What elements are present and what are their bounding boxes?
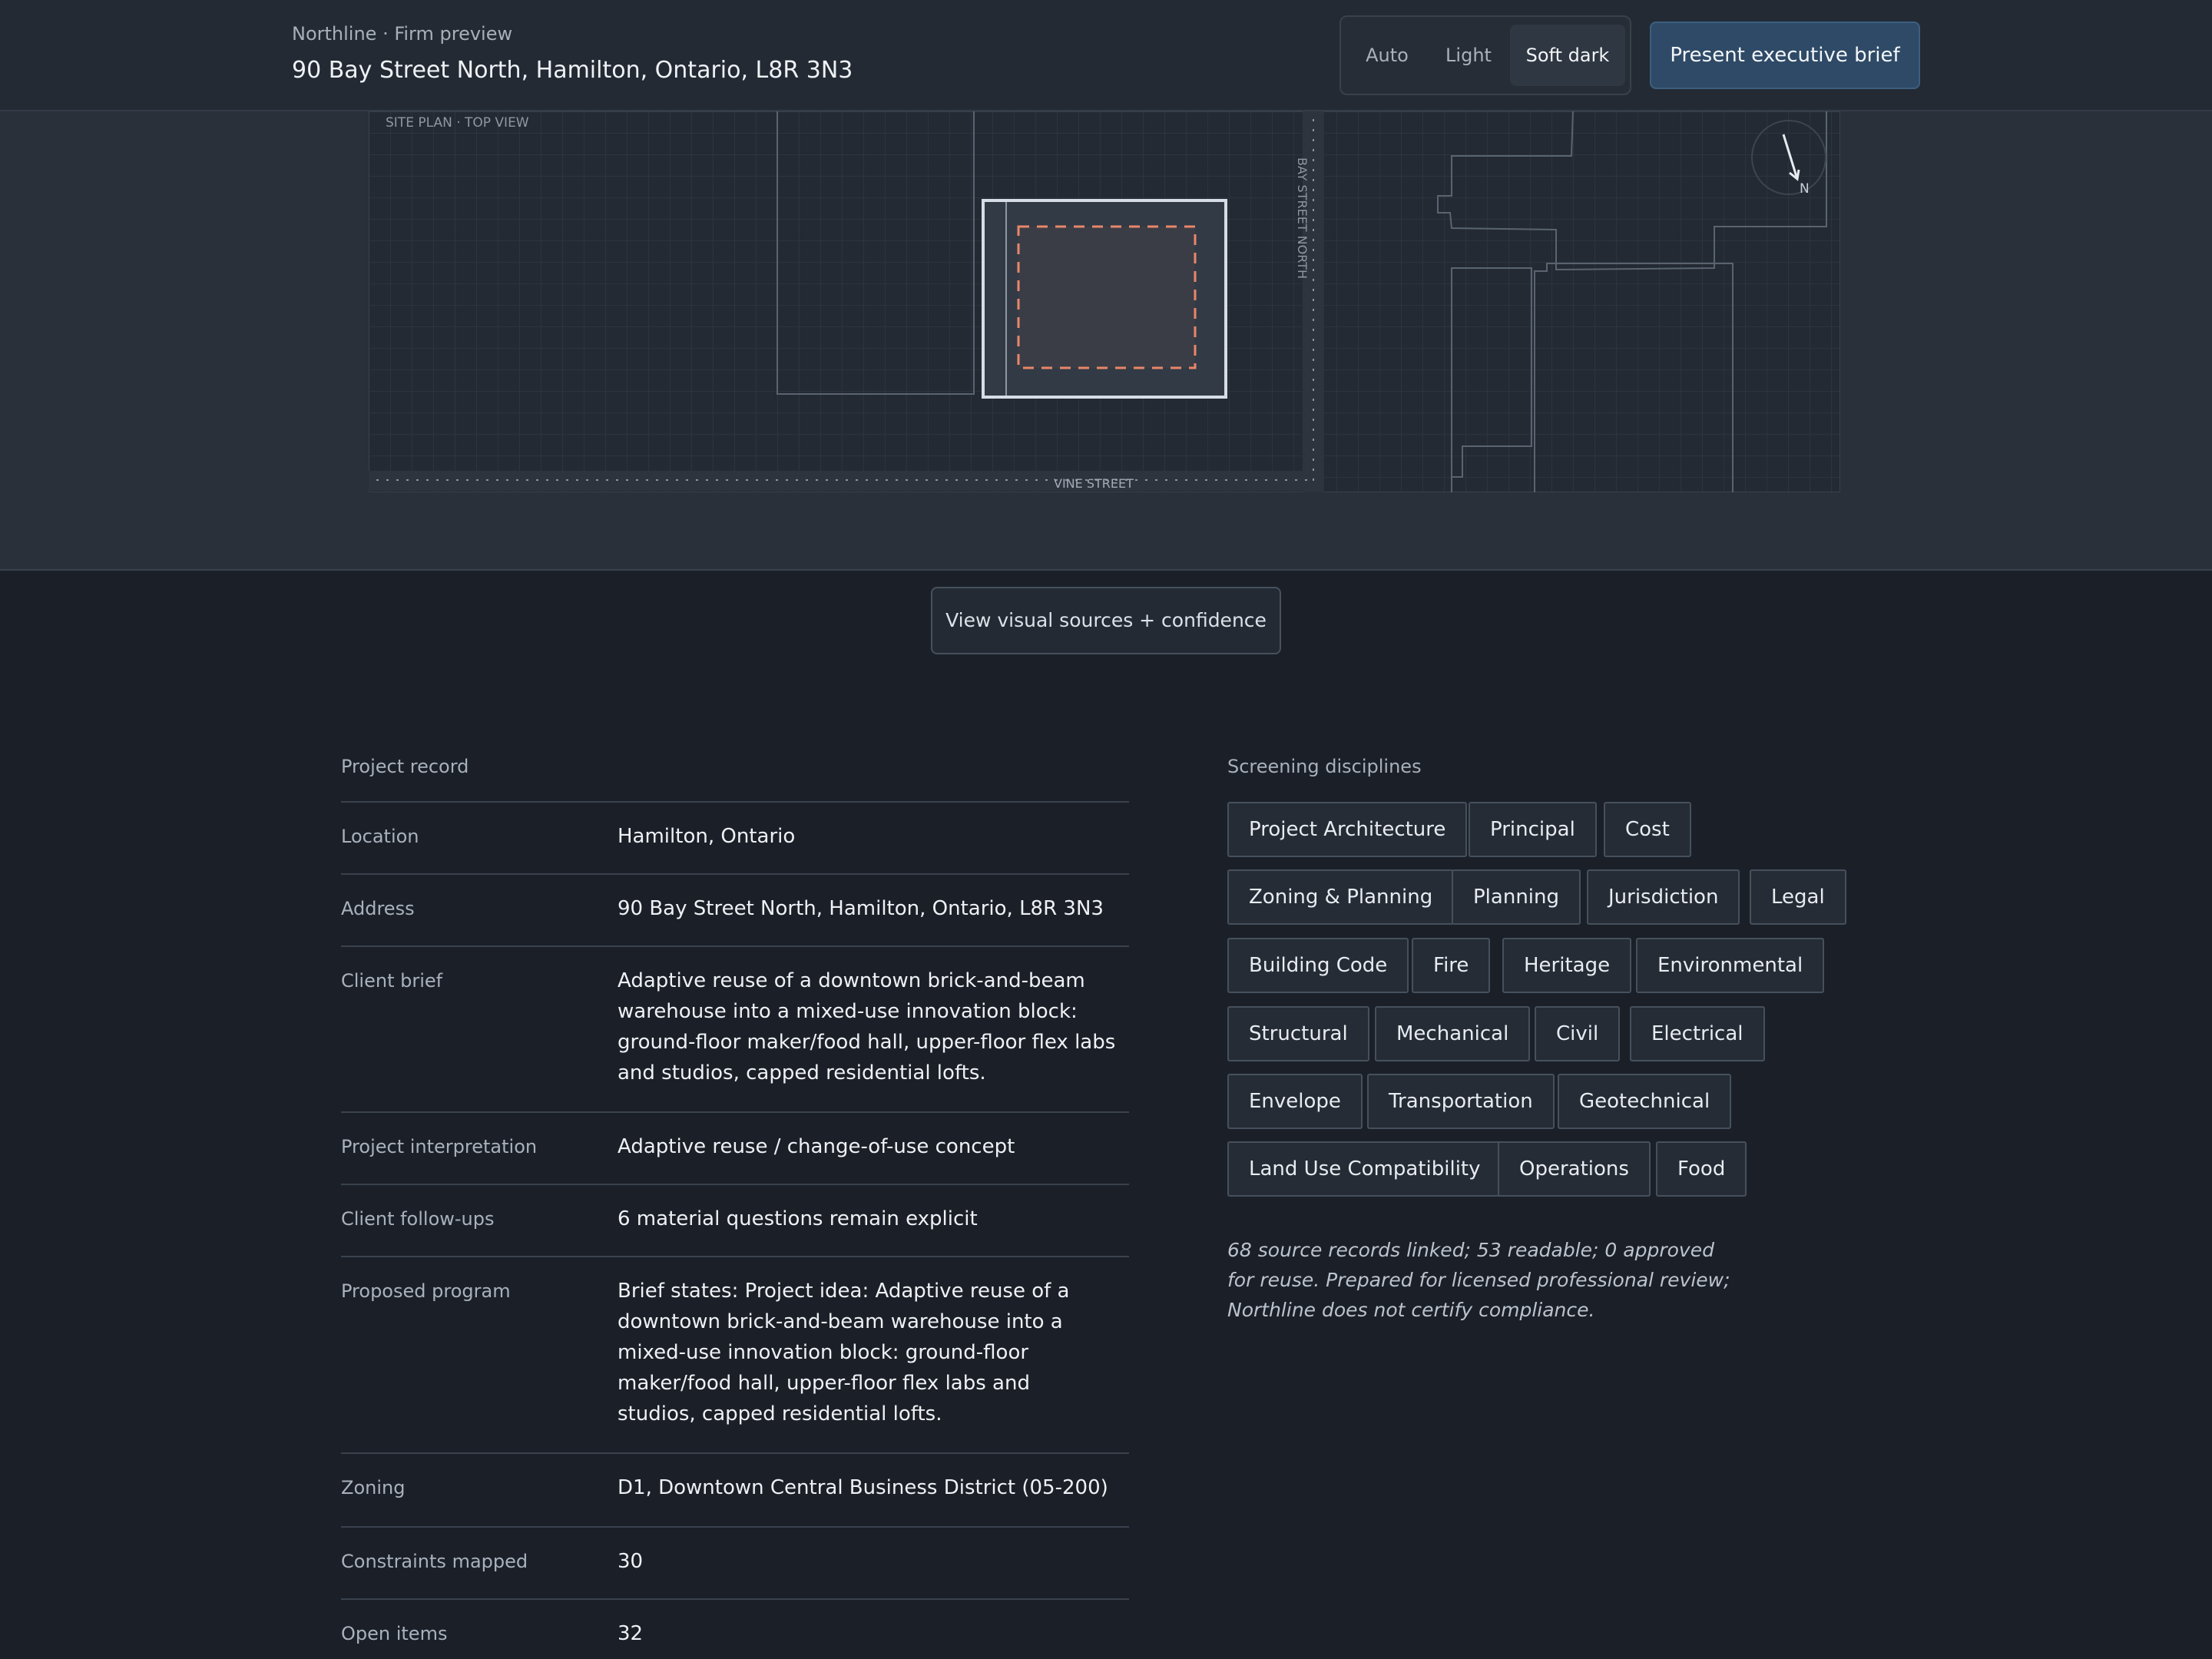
north-label: N <box>1800 181 1810 197</box>
record-key: Location <box>341 826 419 847</box>
discipline-chip-cost[interactable]: Cost <box>1604 802 1691 857</box>
brand-line: Northline · Firm preview <box>292 23 513 45</box>
discipline-chip-electrical[interactable]: Electrical <box>1630 1006 1765 1061</box>
discipline-chip-planning[interactable]: Planning <box>1452 869 1581 925</box>
discipline-chip-geotechnical[interactable]: Geotechnical <box>1558 1074 1732 1129</box>
record-key: Open items <box>341 1623 448 1644</box>
discipline-chip-heritage[interactable]: Heritage <box>1502 938 1632 993</box>
discipline-chip-project-architecture[interactable]: Project Architecture <box>1227 802 1468 857</box>
record-row-client-brief: Client brief Adaptive reuse of a downtow… <box>341 945 1129 1111</box>
discipline-chip-building-code[interactable]: Building Code <box>1227 938 1409 993</box>
page-title: 90 Bay Street North, Hamilton, Ontario, … <box>292 57 853 84</box>
record-value: Adaptive reuse / change-of-use concept <box>618 1135 1015 1158</box>
present-executive-brief-button[interactable]: Present executive brief <box>1650 22 1920 89</box>
discipline-chip-legal[interactable]: Legal <box>1750 869 1846 925</box>
record-value: Brief states: Project idea: Adaptive reu… <box>618 1280 1070 1426</box>
discipline-chip-land-use-compatibility[interactable]: Land Use Compatibility <box>1227 1141 1502 1197</box>
record-value: 90 Bay Street North, Hamilton, Ontario, … <box>618 897 1104 920</box>
discipline-chip-operations[interactable]: Operations <box>1498 1141 1651 1197</box>
discipline-chip-environmental[interactable]: Environmental <box>1636 938 1825 993</box>
screening-disciplines-heading: Screening disciplines <box>1227 756 1422 777</box>
discipline-chip-envelope[interactable]: Envelope <box>1227 1074 1363 1129</box>
record-value: Hamilton, Ontario <box>618 825 796 848</box>
record-key: Address <box>341 898 415 919</box>
discipline-chip-principal[interactable]: Principal <box>1469 802 1597 857</box>
discipline-chip-civil[interactable]: Civil <box>1535 1006 1621 1061</box>
site-plan-map[interactable]: N SITE PLAN · TOP VIEW BAY STREET NORTH … <box>369 111 1840 492</box>
discipline-chip-zoning-planning[interactable]: Zoning & Planning <box>1227 869 1455 925</box>
record-value: 30 <box>618 1550 644 1573</box>
discipline-chip-fire[interactable]: Fire <box>1412 938 1491 993</box>
site-plan-panel: N SITE PLAN · TOP VIEW BAY STREET NORTH … <box>0 111 2212 571</box>
discipline-chip-mechanical[interactable]: Mechanical <box>1375 1006 1531 1061</box>
record-key: Zoning <box>341 1477 406 1498</box>
top-bar: Northline · Firm preview 90 Bay Street N… <box>0 0 2212 111</box>
record-row-project-interpretation: Project interpretation Adaptive reuse / … <box>341 1111 1129 1184</box>
record-row-open-items: Open items 32 <box>341 1598 1129 1659</box>
record-row-constraints-mapped: Constraints mapped 30 <box>341 1526 1129 1598</box>
discipline-chip-structural[interactable]: Structural <box>1227 1006 1369 1061</box>
theme-option-auto[interactable]: Auto <box>1350 25 1424 86</box>
theme-option-light[interactable]: Light <box>1432 25 1505 86</box>
record-key: Client brief <box>341 970 443 992</box>
theme-option-soft-dark[interactable]: Soft dark <box>1510 25 1625 86</box>
record-row-zoning: Zoning D1, Downtown Central Business Dis… <box>341 1452 1129 1526</box>
discipline-chip-transportation[interactable]: Transportation <box>1367 1074 1555 1129</box>
record-row-client-follow-ups: Client follow-ups 6 material questions r… <box>341 1184 1129 1256</box>
record-row-address: Address 90 Bay Street North, Hamilton, O… <box>341 873 1129 945</box>
record-value: Adaptive reuse of a downtown brick-and-b… <box>618 969 1116 1084</box>
record-row-location: Location Hamilton, Ontario <box>341 801 1129 873</box>
record-row-proposed-program: Proposed program Brief states: Project i… <box>341 1256 1129 1452</box>
record-value: 6 material questions remain explicit <box>618 1207 978 1230</box>
record-key: Proposed program <box>341 1280 511 1302</box>
street-label-bay-street-north: BAY STREET NORTH <box>1295 157 1310 279</box>
source-records-note: 68 source records linked; 53 readable; 0… <box>1227 1239 1730 1321</box>
record-key: Client follow-ups <box>341 1208 495 1230</box>
project-record-heading: Project record <box>341 756 469 777</box>
record-key: Constraints mapped <box>341 1551 528 1572</box>
record-value: 32 <box>618 1622 644 1645</box>
record-value: D1, Downtown Central Business District (… <box>618 1476 1108 1499</box>
map-caption: SITE PLAN · TOP VIEW <box>386 115 529 131</box>
view-visual-sources-button[interactable]: View visual sources + confidence <box>931 587 1281 654</box>
theme-switch: Auto Light Soft dark <box>1339 15 1631 95</box>
record-key: Project interpretation <box>341 1136 538 1157</box>
street-label-vine-street: VINE STREET <box>1054 476 1134 491</box>
discipline-chip-food[interactable]: Food <box>1656 1141 1747 1197</box>
discipline-chip-jurisdiction[interactable]: Jurisdiction <box>1587 869 1740 925</box>
